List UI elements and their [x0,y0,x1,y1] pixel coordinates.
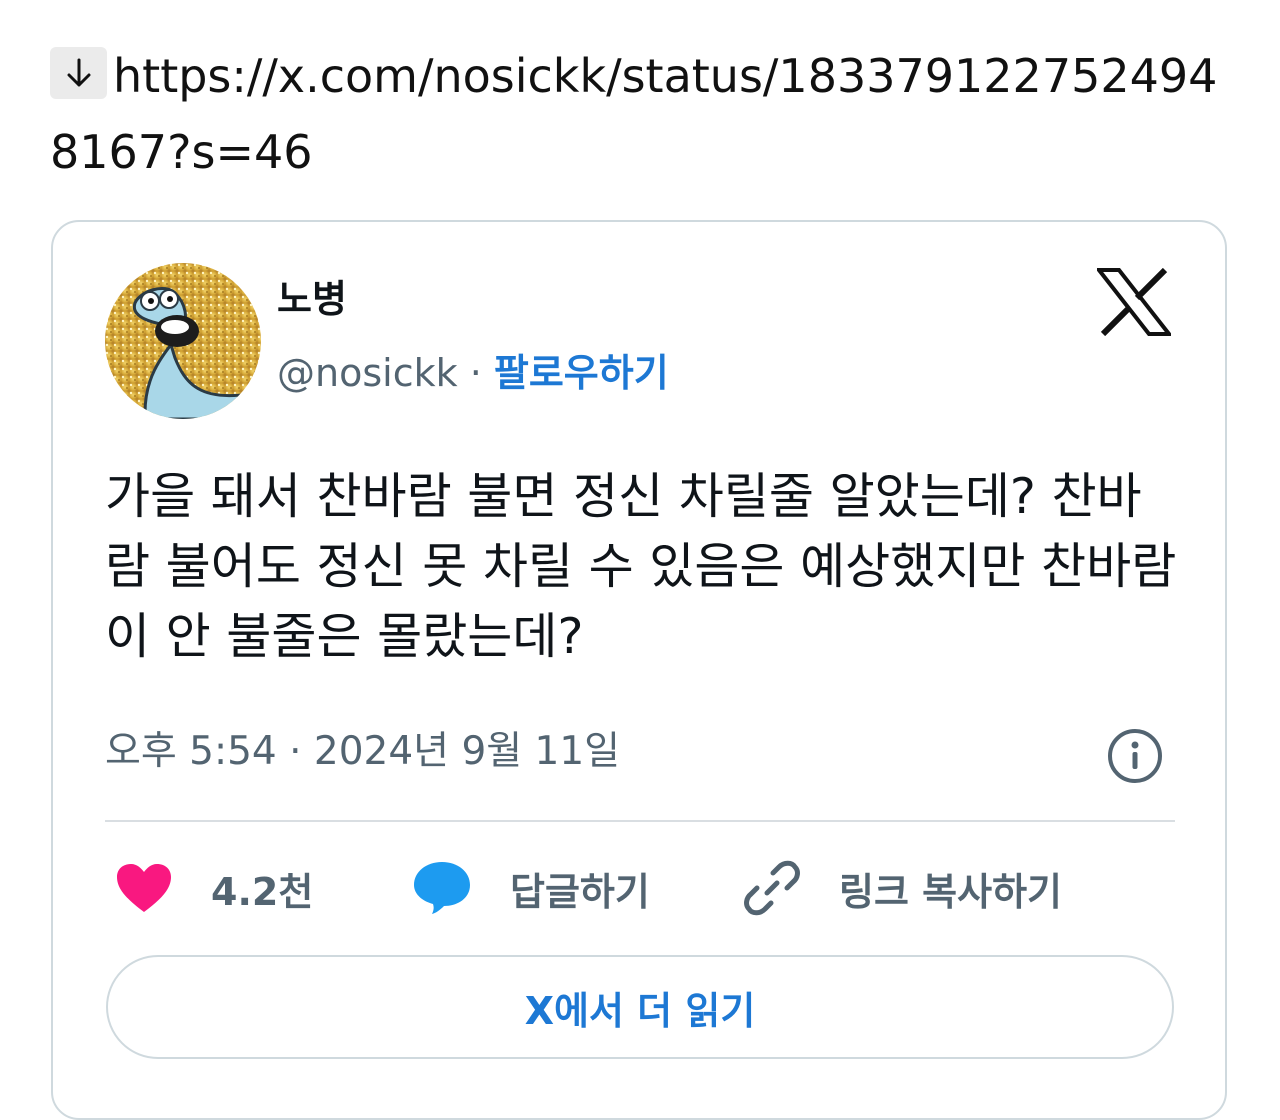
copy-link-label: 링크 복사하기 [839,869,1062,914]
display-name[interactable]: 노병 [277,272,347,326]
follow-button[interactable]: 팔로우하기 [494,351,669,395]
copy-link-button[interactable]: 링크 복사하기 [743,860,1062,916]
like-button[interactable]: 4.2천 [115,860,313,916]
info-icon[interactable] [1106,727,1164,789]
download-arrow-icon[interactable] [50,47,107,99]
separator-dot: · [469,351,482,395]
reply-bubble-icon [414,862,470,914]
avatar[interactable] [105,263,261,419]
heart-icon [117,864,171,912]
x-logo-icon[interactable] [1094,267,1174,340]
handle[interactable]: @nosickk [277,351,458,395]
read-more-on-x-button[interactable]: X에서 더 읽기 [106,955,1174,1059]
tweet-timestamp[interactable]: 오후 5:54 · 2024년 9월 11일 [105,724,620,780]
reply-label: 답글하기 [510,869,650,914]
divider [105,820,1175,822]
reply-button[interactable]: 답글하기 [412,860,650,916]
tweet-text: 가을 돼서 찬바람 불면 정신 차릴줄 알았는데? 찬바람 불어도 정신 못 차… [105,468,1177,665]
shared-link-line[interactable]: https://x.com/nosickk/status/18337912275… [50,38,1240,190]
link-chain-icon [744,860,800,916]
shared-url[interactable]: https://x.com/nosickk/status/18337912275… [50,49,1217,179]
like-count: 4.2천 [211,869,314,914]
handle-row: @nosickk · 팔로우하기 [277,346,669,400]
